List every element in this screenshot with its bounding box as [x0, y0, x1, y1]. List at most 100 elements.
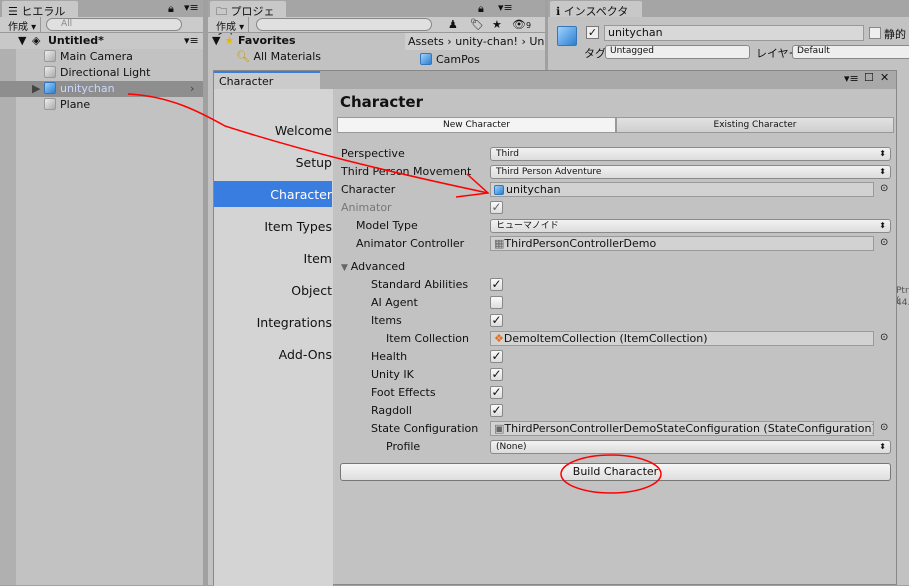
model-type-dropdown[interactable]: ヒューマノイド — [490, 219, 891, 233]
ragdoll-checkbox[interactable]: ✓ — [490, 404, 503, 417]
object-picker-icon[interactable]: ⊙ — [880, 237, 888, 248]
build-character-button[interactable]: Build Character — [340, 463, 891, 481]
unity-ik-checkbox[interactable]: ✓ — [490, 368, 503, 381]
tab-hierarchy[interactable]: ☰ ヒエラルキー — [2, 1, 78, 34]
star-icon[interactable]: ★ — [492, 18, 502, 31]
perspective-dropdown[interactable]: Third — [490, 147, 891, 161]
sidebar-item-object[interactable]: Object — [214, 283, 332, 298]
inspector-tabbar: ℹ インスペクター — [548, 0, 909, 34]
sidebar-item-item[interactable]: Item — [214, 251, 332, 266]
hierarchy-item[interactable]: Directional Light — [0, 65, 203, 81]
label-icon[interactable]: 🏷︎ — [470, 18, 484, 31]
ai-agent-checkbox[interactable] — [490, 296, 503, 309]
expand-icon[interactable]: ▼ — [212, 34, 220, 47]
menu-icon[interactable]: ▾≡ — [184, 33, 199, 49]
sidebar-item-character-label: Character — [270, 187, 332, 202]
filter-type-icon[interactable]: ♟ — [448, 18, 458, 31]
foot-effects-checkbox[interactable]: ✓ — [490, 386, 503, 399]
scene-row[interactable]: ▼ ◈ Untitled* ▾≡ — [0, 33, 203, 49]
profile-dropdown[interactable]: (None) — [490, 440, 891, 454]
standard-abilities-checkbox[interactable]: ✓ — [490, 278, 503, 291]
tab-project[interactable]: 🗀 プロジェクト — [210, 1, 286, 37]
page-title: Character — [340, 93, 423, 111]
prefab-icon — [494, 185, 504, 195]
hierarchy-gutter — [0, 33, 16, 585]
lock-icon[interactable]: 🔒︎ — [168, 2, 174, 16]
object-picker-icon[interactable]: ⊙ — [880, 422, 888, 433]
sidebar-item-setup[interactable]: Setup — [214, 155, 332, 170]
unity-ik-label: Unity IK — [371, 368, 414, 381]
hierarchy-panel: ☰ ヒエラルキー 🔒︎ ▾≡ 作成 ▾ All ▼ ◈ Untitled* ▾≡… — [0, 0, 203, 585]
project-tabbar: 🗀 プロジェクト 🔒︎ ▾≡ — [208, 0, 545, 37]
favorites-row[interactable]: ▼ ★ Favorites — [212, 34, 296, 47]
ai-agent-label: AI Agent — [371, 296, 418, 309]
lock-icon[interactable]: 🔒︎ — [478, 2, 484, 16]
prefab-icon — [420, 53, 432, 65]
movement-dropdown[interactable]: Third Person Adventure — [490, 165, 891, 179]
hierarchy-item[interactable]: Main Camera — [0, 49, 203, 65]
health-checkbox[interactable]: ✓ — [490, 350, 503, 363]
sidebar-item-item-types[interactable]: Item Types — [214, 219, 332, 234]
active-checkbox[interactable]: ✓ — [586, 26, 599, 39]
state-configuration-icon: ▣ — [494, 422, 505, 435]
character-label: Character — [341, 183, 396, 196]
animator-controller-field[interactable]: ▦ThirdPersonControllerDemo — [490, 236, 874, 251]
layer-dropdown[interactable]: Default — [792, 45, 909, 59]
maximize-icon[interactable]: ☐ — [864, 71, 874, 84]
advanced-foldout[interactable]: ▼ Advanced — [341, 260, 405, 273]
perspective-label: Perspective — [341, 147, 405, 160]
state-configuration-label: State Configuration — [371, 422, 479, 435]
hidden-icon[interactable]: 👁︎9 — [512, 18, 531, 31]
tab-existing-character[interactable]: Existing Character — [616, 117, 894, 133]
prefab-icon — [557, 26, 577, 46]
hierarchy-item[interactable]: Plane — [0, 97, 203, 113]
asset-item[interactable]: CamPos — [420, 53, 480, 66]
hierarchy-toolbar: 作成 ▾ All — [0, 17, 203, 33]
gameobject-icon — [44, 50, 56, 62]
search-icon: 🔍︎ — [236, 50, 250, 63]
state-configuration-field[interactable]: ▣ThirdPersonControllerDemoStateConfigura… — [490, 421, 874, 436]
close-icon[interactable]: ✕ — [880, 71, 889, 84]
item-collection-icon: ❖ — [494, 332, 504, 345]
hierarchy-tabbar: ☰ ヒエラルキー 🔒︎ ▾≡ — [0, 0, 203, 34]
menu-icon[interactable]: ▾≡ — [498, 1, 513, 14]
item-collection-field[interactable]: ❖DemoItemCollection (ItemCollection) — [490, 331, 874, 346]
hierarchy-item-selected[interactable]: ▶ unitychan › — [0, 81, 203, 97]
window-tab[interactable]: Character Manager — [214, 71, 320, 101]
tag-label: タグ — [584, 47, 606, 60]
movement-label: Third Person Movement — [341, 165, 472, 178]
static-checkbox[interactable] — [869, 27, 881, 39]
inspector-partial-text: 44.5 — [896, 298, 909, 308]
star-icon: ★ — [224, 34, 235, 47]
animator-label: Animator — [341, 201, 392, 214]
sidebar-item-integrations[interactable]: Integrations — [214, 315, 332, 330]
tag-dropdown[interactable]: Untagged — [605, 45, 750, 59]
item-collection-label: Item Collection — [386, 332, 469, 345]
create-button[interactable]: 作成 ▾ — [212, 17, 250, 33]
unity-logo-icon: ◈ — [32, 34, 41, 47]
expand-icon[interactable]: ▼ — [18, 33, 26, 49]
items-checkbox[interactable]: ✓ — [490, 314, 503, 327]
search-input[interactable]: All — [46, 18, 182, 31]
gameobject-icon — [44, 98, 56, 110]
sidebar-item-add-ons[interactable]: Add-Ons — [214, 347, 332, 362]
prefab-icon — [44, 82, 56, 94]
create-button[interactable]: 作成 ▾ — [4, 17, 42, 33]
expand-icon[interactable]: ▶ — [32, 81, 40, 97]
character-field[interactable]: unitychan — [490, 182, 874, 197]
health-label: Health — [371, 350, 408, 363]
object-picker-icon[interactable]: ⊙ — [880, 183, 888, 194]
object-name-field[interactable]: unitychan — [604, 25, 864, 41]
object-picker-icon[interactable]: ⊙ — [880, 332, 888, 343]
foot-effects-label: Foot Effects — [371, 386, 436, 399]
tab-inspector[interactable]: ℹ インスペクター — [550, 1, 642, 34]
sidebar-item-welcome[interactable]: Welcome — [214, 123, 332, 138]
info-icon: ℹ — [556, 5, 564, 18]
all-materials-item[interactable]: 🔍︎ All Materials — [236, 50, 321, 63]
menu-icon[interactable]: ▾≡ — [184, 1, 199, 14]
menu-icon[interactable]: ▾≡ — [844, 72, 859, 85]
tab-new-character[interactable]: New Character — [337, 117, 616, 133]
chevron-right-icon[interactable]: › — [190, 81, 194, 97]
ragdoll-label: Ragdoll — [371, 404, 412, 417]
search-input[interactable] — [256, 18, 432, 31]
